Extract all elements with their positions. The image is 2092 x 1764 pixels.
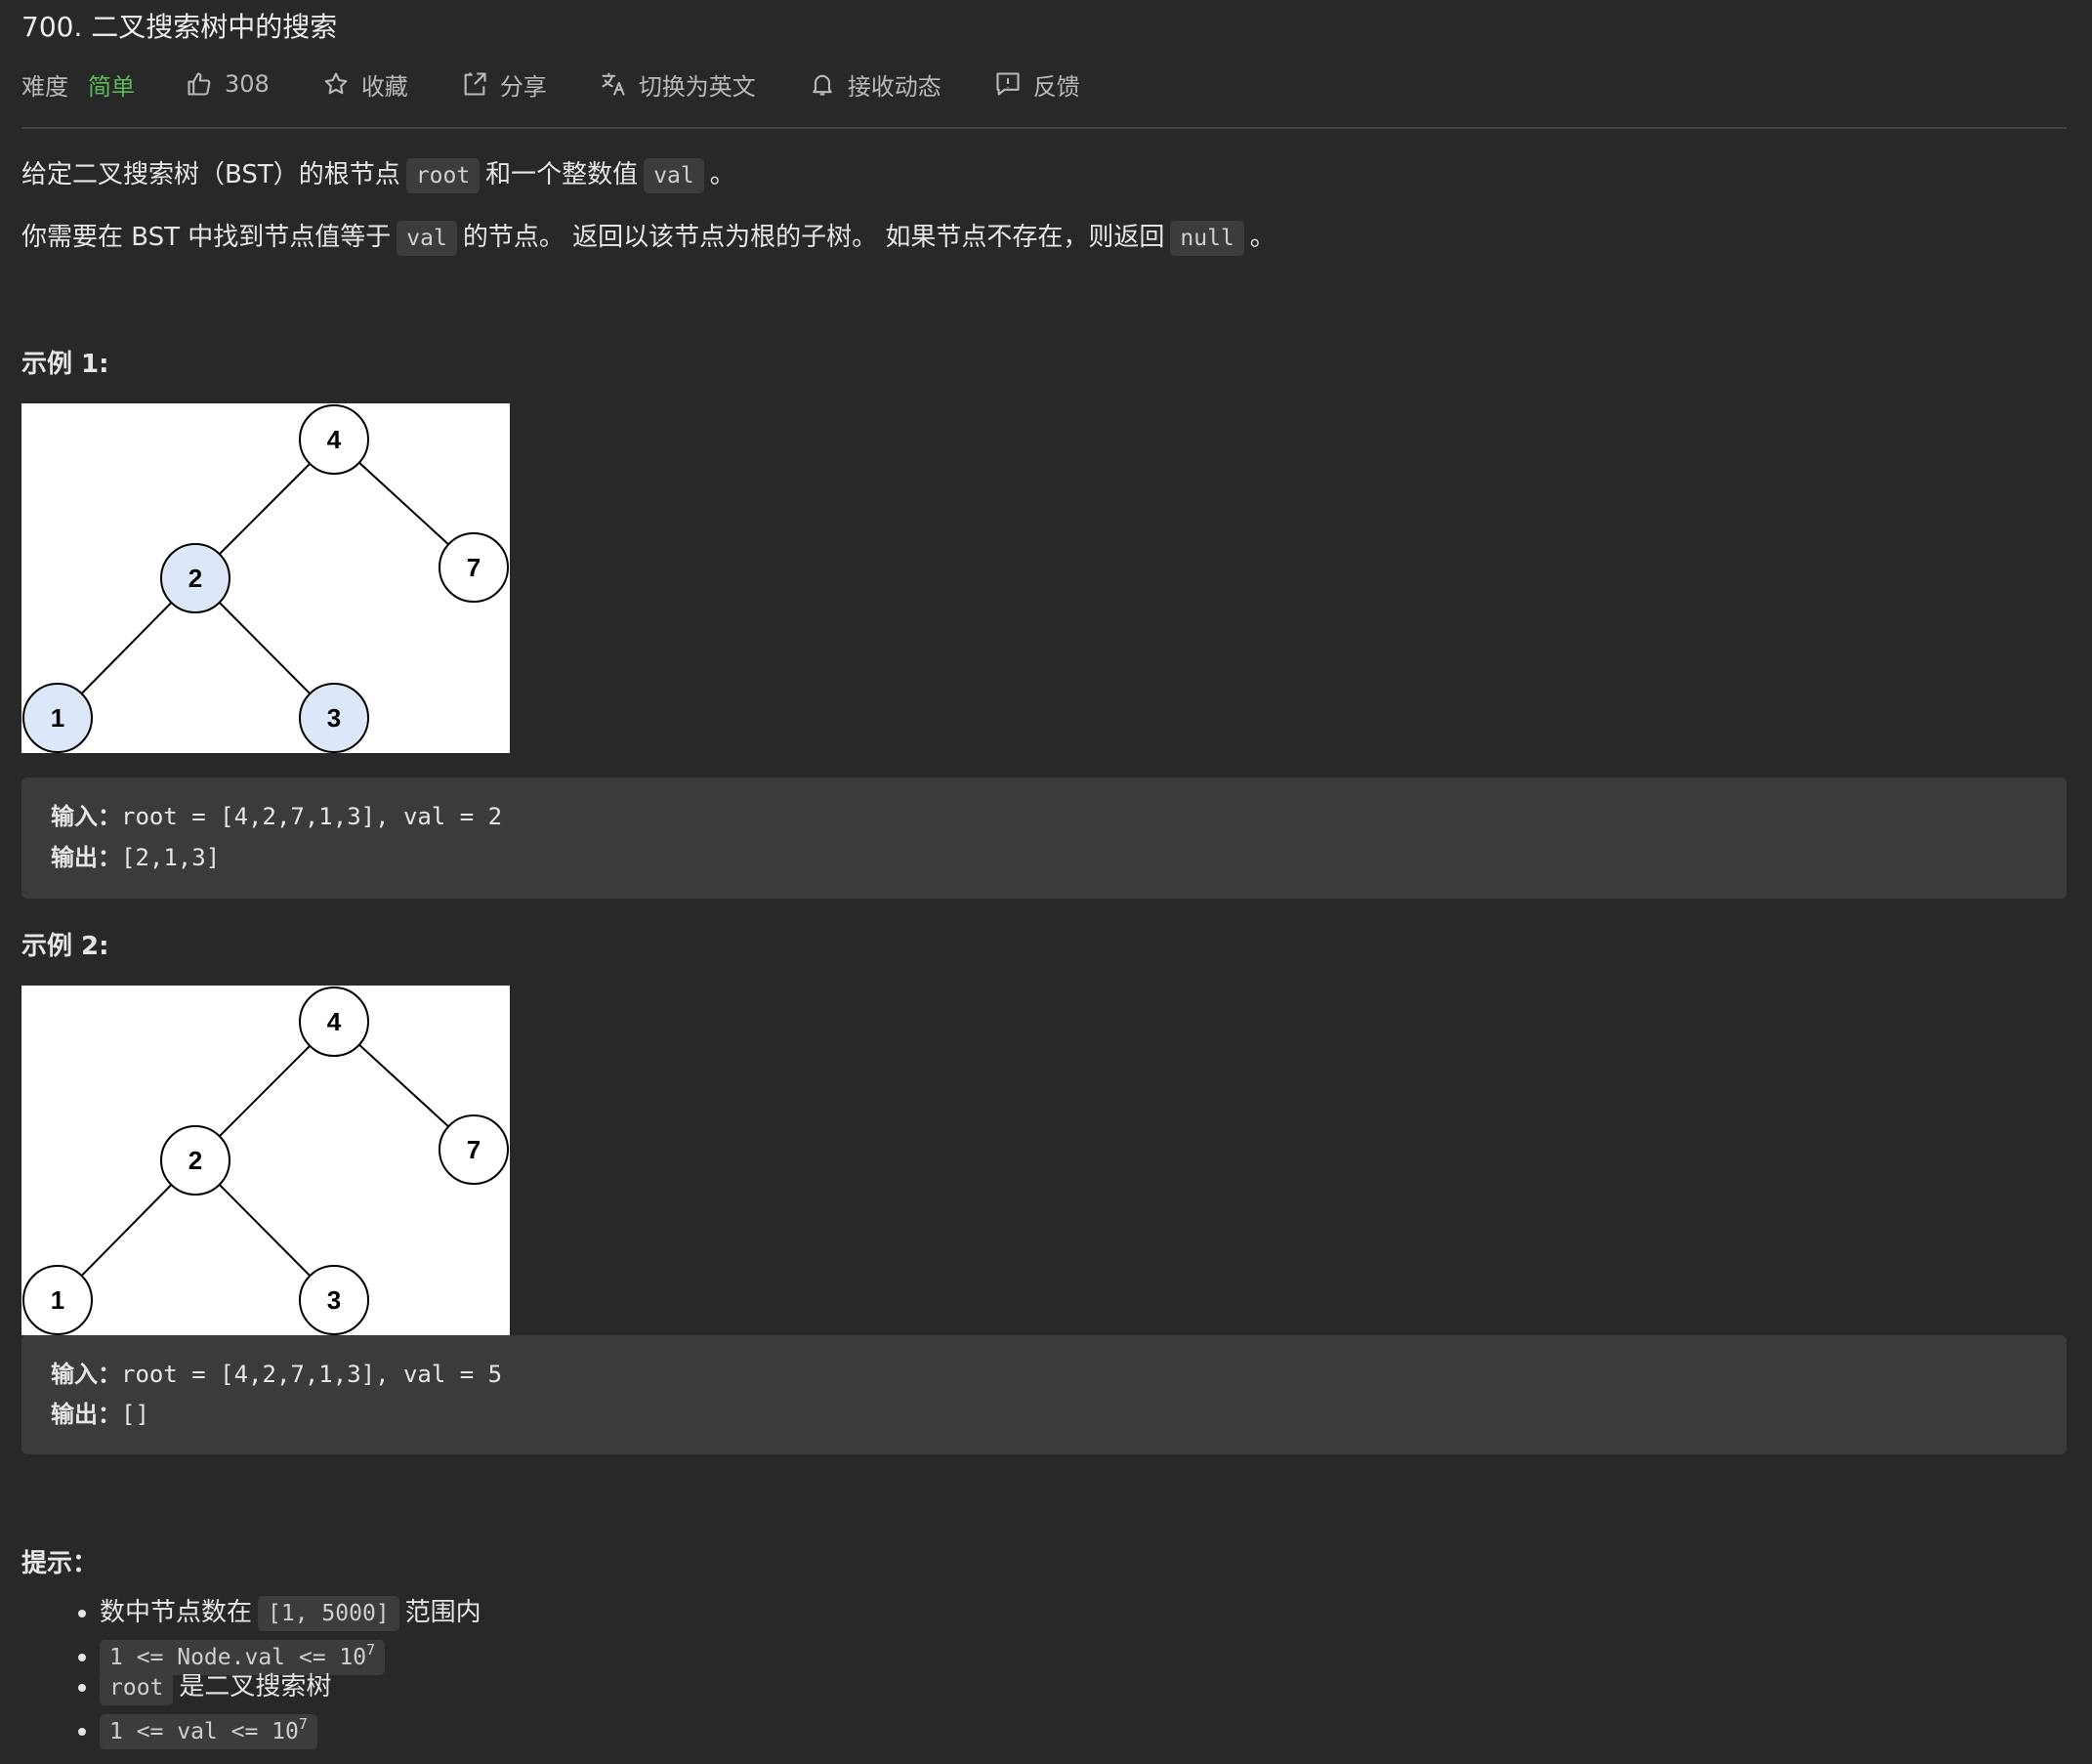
svg-text:3: 3 [327, 1285, 341, 1315]
example-1-heading: 示例 1: [21, 350, 109, 379]
problem-page: 700. 二叉搜索树中的搜索 难度 简单 308 收藏 分享 切换为英文 接收动… [0, 0, 2092, 1764]
text: 的节点。 返回以该节点为根的子树。 如果节点不存在，则返回 [462, 223, 1165, 252]
favorite-button[interactable]: 收藏 [322, 67, 408, 102]
translate-label: 切换为英文 [638, 72, 756, 101]
hints-list: 数中节点数在[1, 5000]范围内 1 <= Node.val <= 107 … [21, 1594, 481, 1749]
example-2-heading: 示例 2: [21, 932, 109, 961]
text: 和一个整数值 [485, 160, 639, 189]
tree-node: 1 [22, 683, 93, 753]
text: 你需要在 BST 中找到节点值等于 [21, 223, 392, 252]
input-label: 输入： [51, 803, 121, 830]
star-icon [324, 72, 348, 95]
example-2-code-block: 输入：root = [4,2,7,1,3], val = 5 输出：[] [21, 1335, 2067, 1454]
favorite-label: 收藏 [360, 72, 408, 101]
share-icon [464, 72, 486, 96]
example-1-code-block: 输入：root = [4,2,7,1,3], val = 2 输出：[2,1,3… [21, 777, 2067, 899]
text: 数中节点数在 [100, 1598, 253, 1627]
tree-node: 7 [439, 532, 509, 603]
list-item: 数中节点数在[1, 5000]范围内 [100, 1594, 481, 1631]
inline-code: 1 <= val <= 107 [100, 1714, 317, 1749]
hints-heading: 提示： [21, 1549, 99, 1578]
svg-text:2: 2 [188, 1146, 202, 1175]
svg-text:3: 3 [327, 703, 341, 733]
inline-code: val [644, 158, 704, 193]
input-value: root = [4,2,7,1,3], val = 5 [121, 1361, 503, 1388]
example-output-line: 输出：[2,1,3] [51, 838, 220, 872]
like-button[interactable]: 308 [186, 70, 270, 98]
problem-title: 700. 二叉搜索树中的搜索 [21, 11, 338, 43]
list-item: 1 <= Node.val <= 107 [100, 1631, 481, 1675]
tree-node: 1 [22, 1265, 93, 1335]
tree-node: 2 [160, 543, 230, 613]
tree-node: 7 [439, 1114, 509, 1185]
svg-text:1: 1 [51, 1285, 64, 1315]
problem-toolbar: 难度 简单 308 收藏 分享 切换为英文 接收动态 反馈 [21, 64, 1133, 104]
text: 。 [1249, 223, 1276, 252]
example-2-tree-image: 4 2 7 1 3 [21, 986, 510, 1335]
svg-text:7: 7 [467, 553, 481, 582]
svg-text:4: 4 [327, 1007, 342, 1036]
header-divider [21, 127, 2067, 129]
feedback-button[interactable]: 反馈 [994, 67, 1080, 102]
text: 。 [709, 160, 735, 189]
input-label: 输入： [51, 1361, 121, 1388]
output-label: 输出： [51, 1401, 121, 1428]
share-button[interactable]: 分享 [461, 67, 547, 102]
text: 是二叉搜索树 [179, 1672, 332, 1701]
tree-node: 3 [299, 683, 369, 753]
example-input-line: 输入：root = [4,2,7,1,3], val = 5 [51, 1355, 502, 1389]
svg-text:4: 4 [327, 425, 342, 454]
feedback-label: 反馈 [1032, 72, 1080, 101]
tree-node: 2 [160, 1125, 230, 1196]
output-label: 输出： [51, 844, 121, 871]
tree-node: 4 [299, 404, 369, 475]
svg-text:1: 1 [51, 703, 64, 733]
share-label: 分享 [499, 72, 547, 101]
example-output-line: 输出：[] [51, 1395, 149, 1429]
difficulty-badge: 简单 [88, 72, 135, 101]
output-value: [] [121, 1401, 149, 1428]
description-paragraph-1: 给定二叉搜索树（BST）的根节点 root 和一个整数值 val。 [21, 154, 735, 193]
inline-code: root [100, 1670, 174, 1705]
description-paragraph-2: 你需要在 BST 中找到节点值等于 val 的节点。 返回以该节点为根的子树。 如果… [21, 217, 1276, 256]
inline-code: null [1170, 221, 1244, 256]
difficulty-label: 难度 [21, 72, 68, 101]
inline-code: root [405, 158, 481, 193]
like-count: 308 [225, 70, 270, 98]
subscribe-label: 接收动态 [847, 72, 941, 101]
text: 给定二叉搜索树（BST）的根节点 [21, 160, 400, 189]
subscribe-button[interactable]: 接收动态 [809, 67, 941, 102]
svg-text:2: 2 [188, 564, 202, 593]
text: 范围内 [404, 1598, 481, 1627]
inline-code: val [397, 221, 457, 256]
example-1-tree-image: 4 2 7 1 3 [21, 403, 510, 753]
translate-button[interactable]: 切换为英文 [600, 67, 756, 102]
thumbs-up-icon [188, 72, 211, 96]
example-input-line: 输入：root = [4,2,7,1,3], val = 2 [51, 797, 502, 831]
inline-code: [1, 5000] [258, 1596, 399, 1631]
tree-node: 4 [299, 987, 369, 1057]
list-item: root是二叉搜索树 [100, 1668, 481, 1705]
list-item: 1 <= val <= 107 [100, 1705, 481, 1749]
tree-node: 3 [299, 1265, 369, 1335]
bell-icon [813, 74, 832, 96]
svg-text:7: 7 [467, 1135, 481, 1164]
output-value: [2,1,3] [121, 844, 221, 871]
feedback-icon [996, 72, 1020, 96]
translate-icon [602, 72, 625, 96]
input-value: root = [4,2,7,1,3], val = 2 [121, 803, 503, 830]
